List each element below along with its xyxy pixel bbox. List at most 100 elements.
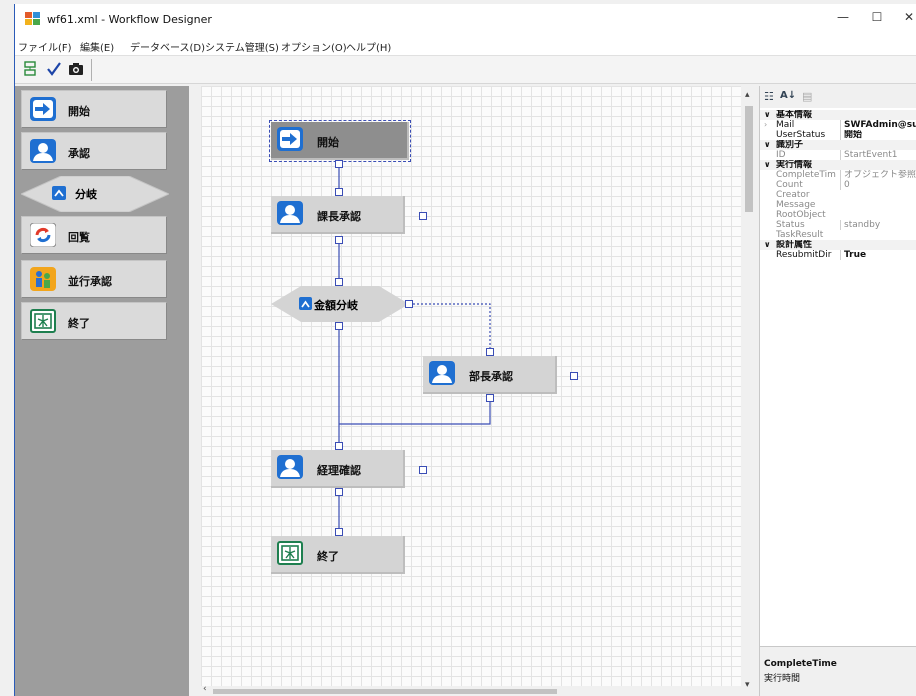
scroll-down-icon[interactable]: ▾ [745,680,750,690]
connection-port[interactable] [405,300,413,308]
scroll-up-icon[interactable]: ▴ [745,90,750,100]
flow-node-end[interactable]: 終了 [271,536,405,574]
property-row[interactable]: › Mail SWFAdmin@su [760,120,916,130]
collapse-icon[interactable]: ∨ [764,240,771,250]
menu-bar: ファイル(F) 編集(E) データベース(D) システム管理(S) オプション(… [15,34,916,56]
palette-label: 承認 [68,147,90,160]
horizontal-scrollbar[interactable]: ‹ [201,684,741,696]
layout-icon[interactable] [21,61,39,79]
window-title: wf61.xml - Workflow Designer [47,13,212,26]
title-bar: wf61.xml - Workflow Designer — ☐ ✕ [15,4,916,34]
description-text: 実行時間 [764,674,801,684]
property-row[interactable]: CompleteTimオブジェクト参照が [760,170,916,180]
property-row[interactable]: ID StartEvent1 [760,150,916,160]
arrow-right-icon [30,97,56,124]
palette-item-branch[interactable]: 分岐 [21,176,169,212]
property-description: CompleteTime 実行時間 [760,646,916,696]
person-icon [429,361,455,388]
check-icon[interactable] [45,61,63,79]
flow-node-dept-head-approval[interactable]: 部長承認 [423,356,557,394]
palette-item-approval[interactable]: 承認 [21,132,167,170]
maximize-button[interactable]: ☐ [867,10,887,28]
toolbar [15,56,916,84]
property-row[interactable]: Status standby [760,220,916,230]
property-row[interactable]: ResubmitDir True [760,250,916,260]
connection-port[interactable] [335,528,343,536]
menu-database[interactable]: データベース(D) [130,39,205,54]
palette-label: 分岐 [75,187,98,201]
property-row[interactable]: Creator [760,190,916,200]
connection-port[interactable] [335,442,343,450]
parallel-approval-icon [30,267,56,294]
connection-port[interactable] [570,372,578,380]
person-icon [277,201,303,228]
sort-alpha-icon[interactable]: A↓ [780,90,796,101]
property-grid: ∨ 基本情報 › Mail SWFAdmin@su UserStatus 開始 ∨ 識別子… [760,110,916,260]
flow-node-start[interactable]: 開始 [269,120,411,162]
palette-item-end[interactable]: 終了 [21,302,167,340]
person-icon [30,139,56,166]
categorized-icon[interactable]: ☷ [764,90,774,103]
property-row[interactable]: TaskResult [760,230,916,240]
palette-label: 開始 [68,105,90,118]
palette-item-start[interactable]: 開始 [21,90,167,128]
connection-port[interactable] [335,188,343,196]
connection-port[interactable] [419,466,427,474]
property-row[interactable]: Message [760,200,916,210]
app-icon [25,12,41,26]
node-label: 開始 [317,136,339,149]
connection-port[interactable] [486,348,494,356]
flow-node-amount-branch[interactable]: 金額分岐 [271,286,409,322]
connection-port[interactable] [335,160,343,168]
circulation-icon [29,222,57,250]
property-row[interactable]: UserStatus 開始 [760,130,916,140]
flow-node-accounting-check[interactable]: 経理確認 [271,450,405,488]
camera-icon[interactable] [67,61,85,79]
palette-item-circulation[interactable]: 回覧 [21,216,167,254]
collapse-icon[interactable]: ∨ [764,140,771,150]
expand-icon[interactable]: › [764,120,767,130]
node-label: 金額分岐 [313,298,359,312]
property-row[interactable]: Count 0 [760,180,916,190]
connector-line [409,303,491,354]
vertical-scrollbar[interactable]: ▴ ▾ [741,86,757,696]
scroll-left-icon[interactable]: ‹ [203,684,207,694]
collapse-icon[interactable]: ∨ [764,160,771,170]
minimize-button[interactable]: — [833,10,853,28]
description-title: CompleteTime [764,659,837,669]
end-icon [30,309,56,336]
menu-options[interactable]: オプション(O) [281,39,347,54]
node-label: 課長承認 [317,210,361,223]
menu-edit[interactable]: 編集(E) [80,39,114,54]
close-button[interactable]: ✕ [899,10,916,28]
flow-node-section-chief-approval[interactable]: 課長承認 [271,196,405,234]
property-category[interactable]: ∨ 基本情報 [760,110,916,120]
app-window: wf61.xml - Workflow Designer — ☐ ✕ ファイル(… [14,4,916,696]
scroll-thumb[interactable] [745,106,753,212]
property-category[interactable]: ∨ 識別子 [760,140,916,150]
connection-port[interactable] [335,322,343,330]
property-panel: ☷ A↓ ▤ ∨ 基本情報 › Mail SWFAdmin@su UserStatus… [759,86,916,696]
connector-line [339,394,491,425]
palette-label: 回覧 [68,231,90,244]
connection-port[interactable] [419,212,427,220]
toolbar-separator [91,59,92,81]
property-pages-icon[interactable]: ▤ [802,90,812,103]
node-palette: 開始 承認 分岐 回覧 並行承認 終了 [15,86,189,696]
palette-item-parallel-approval[interactable]: 並行承認 [21,260,167,298]
palette-label: 終了 [68,317,90,330]
connection-port[interactable] [335,236,343,244]
connection-port[interactable] [486,394,494,402]
property-category[interactable]: ∨ 実行情報 [760,160,916,170]
menu-file[interactable]: ファイル(F) [18,39,72,54]
property-category[interactable]: ∨ 設計属性 [760,240,916,250]
connection-port[interactable] [335,278,343,286]
node-label: 経理確認 [317,464,361,477]
property-row[interactable]: RootObject [760,210,916,220]
scroll-thumb[interactable] [213,689,557,694]
menu-help[interactable]: ヘルプ(H) [346,39,391,54]
menu-system-admin[interactable]: システム管理(S) [205,39,279,54]
design-canvas[interactable]: 開始 課長承認 金額分岐 部長承認 経理確認 終了 [201,86,741,686]
connection-port[interactable] [335,488,343,496]
collapse-icon[interactable]: ∨ [764,110,771,120]
